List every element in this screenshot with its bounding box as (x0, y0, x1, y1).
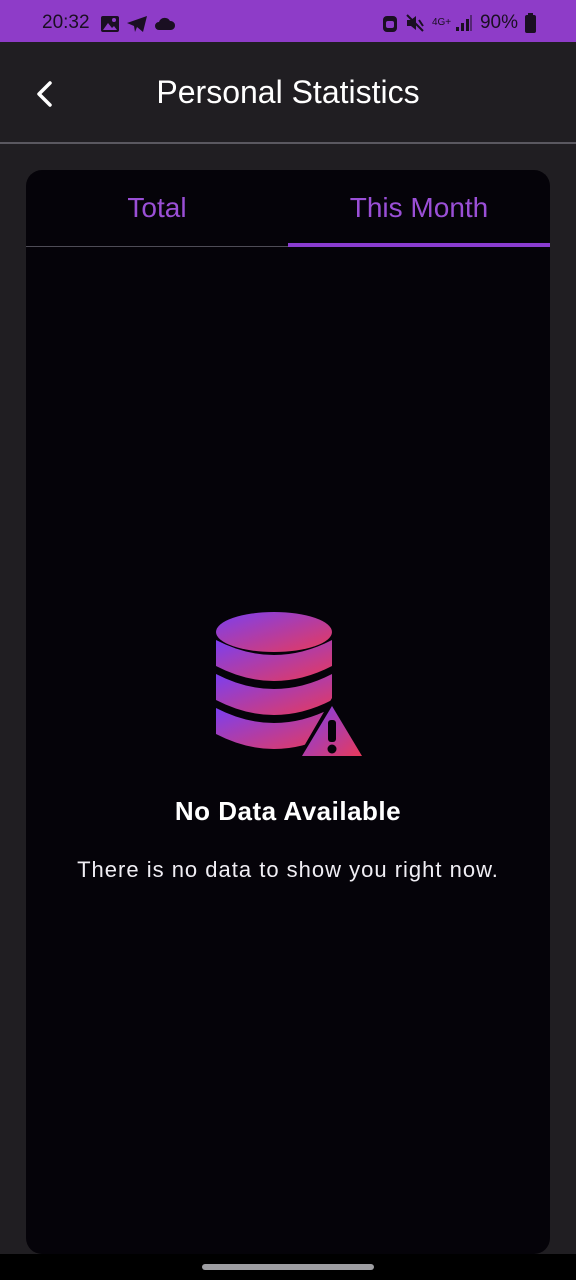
database-warning-icon (216, 612, 368, 760)
battery-percent: 90% (479, 12, 518, 33)
tab-total[interactable]: Total (26, 170, 288, 246)
empty-state-message: There is no data to show you right now. (77, 857, 499, 882)
network-type-label: 4G+ (431, 17, 452, 28)
battery-icon (525, 13, 536, 33)
tab-this-month-label: This Month (349, 192, 489, 223)
status-bar: 20:32 4G+ 90% (0, 0, 576, 42)
mute-icon (406, 14, 424, 32)
status-notification-icons (100, 15, 176, 33)
telegram-icon (127, 16, 147, 32)
home-indicator[interactable] (202, 1264, 374, 1270)
empty-state-title: No Data Available (174, 796, 402, 826)
cloud-icon (155, 17, 176, 30)
page-title: Personal Statistics (156, 74, 420, 110)
statistics-card: Total This Month No Data Available There… (26, 170, 550, 1254)
empty-state: No Data Available There is no data to sh… (26, 610, 550, 883)
signal-icon (455, 15, 472, 31)
tab-total-label: Total (127, 192, 187, 223)
android-robot-icon (382, 16, 397, 32)
tab-bar: Total This Month (26, 170, 550, 247)
app-bar: Personal Statistics (0, 42, 576, 144)
system-navigation-bar (0, 1254, 576, 1280)
tab-this-month[interactable]: This Month (288, 170, 550, 247)
tab-selected-indicator (288, 243, 550, 247)
status-system-icons: 4G+ 90% (382, 12, 536, 34)
gallery-icon (101, 16, 119, 32)
status-time: 20:32 (42, 12, 90, 33)
